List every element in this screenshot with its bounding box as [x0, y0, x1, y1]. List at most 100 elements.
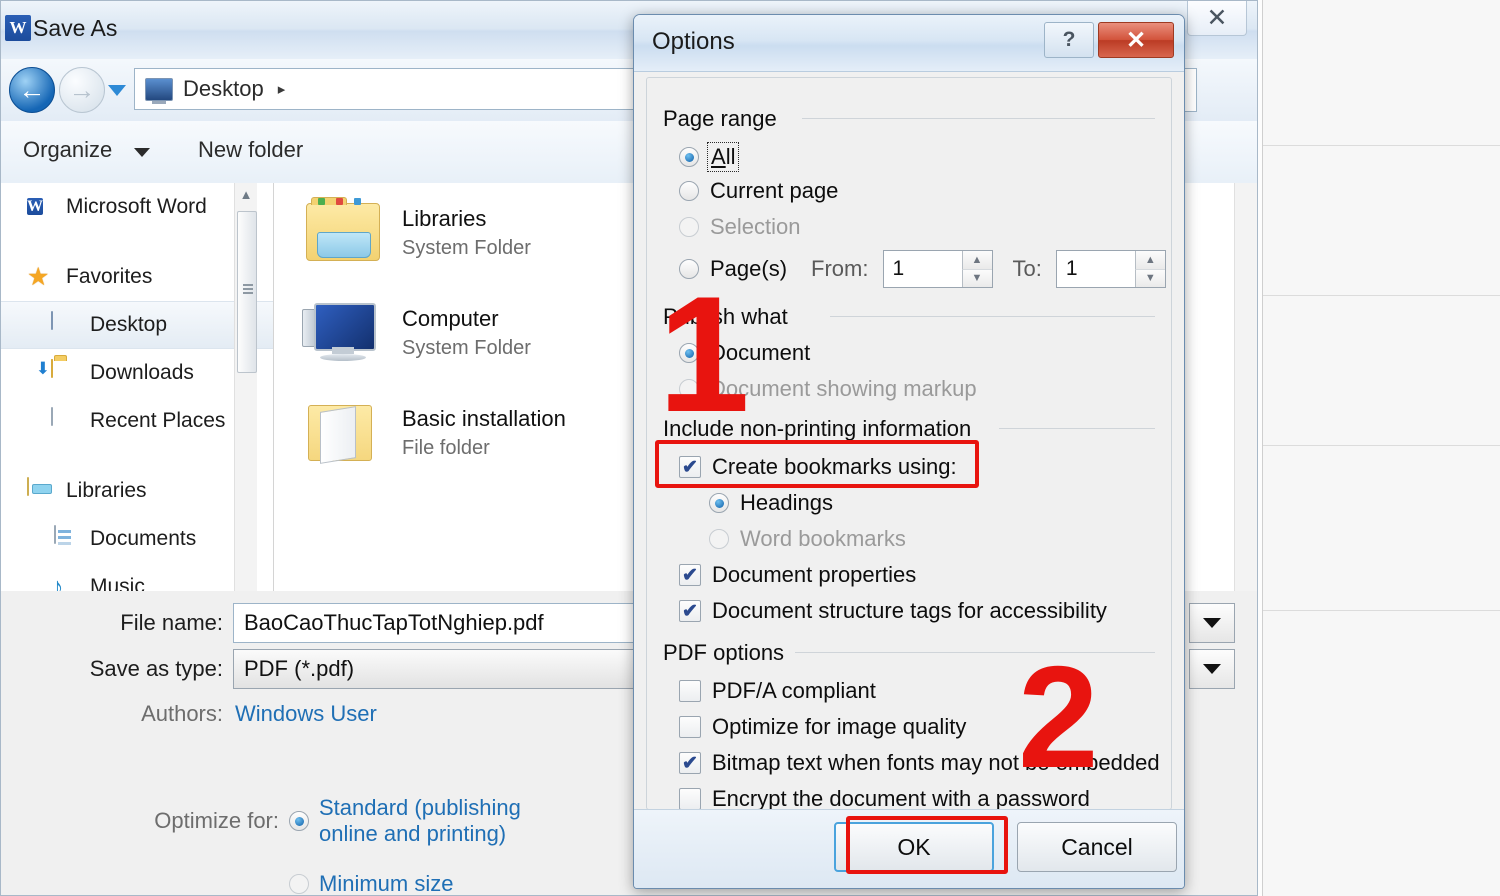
to-input[interactable]: 1 ▲ ▼: [1055, 250, 1166, 288]
all-radio[interactable]: [679, 147, 699, 167]
file-name-label: File name:: [120, 610, 223, 635]
save-as-title: Save As: [33, 15, 118, 41]
stepper-up-icon[interactable]: ▲: [1134, 251, 1165, 270]
documents-icon: [51, 525, 79, 552]
current-page-radio[interactable]: [679, 181, 699, 201]
save-as-type-dropdown-button[interactable]: [1189, 649, 1235, 689]
all-label: All: [707, 142, 740, 172]
word-app-icon: W: [5, 15, 31, 41]
file-name-dropdown-button[interactable]: [1189, 603, 1235, 643]
file-type: System Folder: [402, 237, 531, 259]
headings-row[interactable]: Headings: [709, 490, 833, 516]
options-footer: OK Cancel: [634, 809, 1184, 888]
encrypt-checkbox[interactable]: [679, 788, 701, 810]
pdfa-checkbox[interactable]: [679, 680, 701, 702]
cancel-button[interactable]: Cancel: [1017, 822, 1177, 872]
file-name: Basic installation: [402, 406, 566, 431]
to-stepper[interactable]: ▲ ▼: [1134, 251, 1165, 287]
sidebar-item-desktop[interactable]: Desktop: [1, 301, 273, 349]
optimize-standard-radio[interactable]: [289, 811, 309, 831]
document-radio[interactable]: [679, 343, 699, 363]
page-range-all-row[interactable]: All: [679, 142, 740, 172]
create-bookmarks-row[interactable]: ✔ Create bookmarks using:: [679, 454, 957, 480]
sidebar-item-favorites[interactable]: ★ Favorites: [1, 253, 273, 301]
optimize-image-checkbox[interactable]: [679, 716, 701, 738]
star-icon: ★: [27, 263, 50, 291]
options-title: Options: [652, 28, 735, 55]
page-range-selection-row: Selection: [679, 214, 801, 240]
publish-what-heading: Publish what: [663, 304, 788, 329]
stepper-up-icon[interactable]: ▲: [961, 251, 992, 270]
sidebar-item-downloads[interactable]: ⬇ Downloads: [1, 349, 273, 397]
optimize-standard-label[interactable]: Standard (publishing: [319, 795, 521, 820]
optimize-standard-label-line2[interactable]: online and printing): [319, 821, 506, 846]
pdfa-row[interactable]: PDF/A compliant: [679, 678, 876, 704]
structure-tags-label: Document structure tags for accessibilit…: [712, 598, 1107, 623]
ok-button[interactable]: OK: [834, 822, 994, 872]
optimize-minimum-label[interactable]: Minimum size: [319, 871, 453, 895]
publish-markup-row: Document showing markup: [679, 376, 977, 402]
scrollbar-thumb[interactable]: [237, 211, 257, 373]
document-label: Document: [710, 340, 811, 365]
page-range-current-row[interactable]: Current page: [679, 178, 838, 204]
new-folder-button[interactable]: New folder: [198, 137, 303, 163]
create-bookmarks-checkbox[interactable]: ✔: [679, 456, 701, 478]
structure-tags-checkbox[interactable]: ✔: [679, 600, 701, 622]
stepper-down-icon[interactable]: ▼: [1134, 269, 1165, 287]
page-range-pages-row[interactable]: Page(s) From: 1 ▲ ▼ To: 1 ▲ ▼: [679, 250, 1166, 288]
close-icon[interactable]: ✕: [1187, 1, 1247, 36]
headings-label: Headings: [740, 490, 833, 515]
word-bookmarks-radio: [709, 529, 729, 549]
sidebar-item-documents[interactable]: Documents: [1, 515, 273, 563]
back-button[interactable]: ←: [9, 67, 55, 113]
sidebar-item-microsoft-word[interactable]: W Microsoft Word: [1, 183, 273, 231]
to-label: To:: [1012, 256, 1042, 281]
from-input[interactable]: 1 ▲ ▼: [882, 250, 993, 288]
downloads-folder-icon: ⬇: [36, 359, 79, 386]
word-icon: W: [27, 198, 43, 215]
computer-icon: [300, 293, 386, 373]
sidebar-item-label: Downloads: [90, 361, 194, 384]
word-bookmarks-label: Word bookmarks: [740, 526, 906, 551]
selection-label: Selection: [710, 214, 801, 239]
sidebar-item-label: Desktop: [90, 313, 168, 336]
optimize-minimum-radio[interactable]: [289, 874, 309, 894]
forward-button[interactable]: →: [59, 67, 105, 113]
chevron-down-icon: [1203, 618, 1221, 628]
libraries-icon: [27, 477, 55, 504]
chevron-down-icon: [1203, 664, 1221, 674]
scroll-up-icon[interactable]: ▲: [235, 183, 257, 205]
document-properties-row[interactable]: ✔ Document properties: [679, 562, 916, 588]
document-properties-label: Document properties: [712, 562, 917, 587]
stepper-down-icon[interactable]: ▼: [961, 269, 992, 287]
pages-radio[interactable]: [679, 259, 699, 279]
from-stepper[interactable]: ▲ ▼: [961, 251, 992, 287]
pdfa-label: PDF/A compliant: [712, 678, 876, 703]
authors-label: Authors:: [141, 701, 223, 726]
headings-radio[interactable]: [709, 493, 729, 513]
document-properties-checkbox[interactable]: ✔: [679, 564, 701, 586]
organize-button[interactable]: Organize: [23, 137, 112, 163]
create-bookmarks-label: Create bookmarks using:: [712, 454, 957, 479]
libraries-folder-icon: [300, 193, 386, 273]
help-icon[interactable]: ?: [1044, 22, 1094, 58]
bitmap-text-row[interactable]: ✔ Bitmap text when fonts may not be embe…: [679, 750, 1160, 776]
bitmap-text-checkbox[interactable]: ✔: [679, 752, 701, 774]
open-folder-icon: [300, 393, 386, 473]
publish-document-row[interactable]: Document: [679, 340, 810, 366]
chevron-down-icon[interactable]: [134, 148, 150, 157]
selection-radio: [679, 217, 699, 237]
close-icon[interactable]: ✕: [1098, 22, 1174, 58]
options-content: Page range All Current page Selection Pa…: [646, 77, 1172, 811]
chevron-down-icon[interactable]: [108, 85, 126, 96]
authors-value[interactable]: Windows User: [235, 701, 377, 727]
page-range-heading: Page range: [663, 106, 777, 131]
file-type: File folder: [402, 437, 490, 459]
sidebar-item-recent-places[interactable]: Recent Places: [1, 397, 273, 445]
file-type: System Folder: [402, 337, 531, 359]
structure-tags-row[interactable]: ✔ Document structure tags for accessibil…: [679, 598, 1107, 624]
sidebar-item-libraries[interactable]: Libraries: [1, 467, 273, 515]
desktop-icon: [145, 77, 173, 104]
sidebar-item-label: Documents: [90, 527, 197, 550]
optimize-image-row[interactable]: Optimize for image quality: [679, 714, 966, 740]
